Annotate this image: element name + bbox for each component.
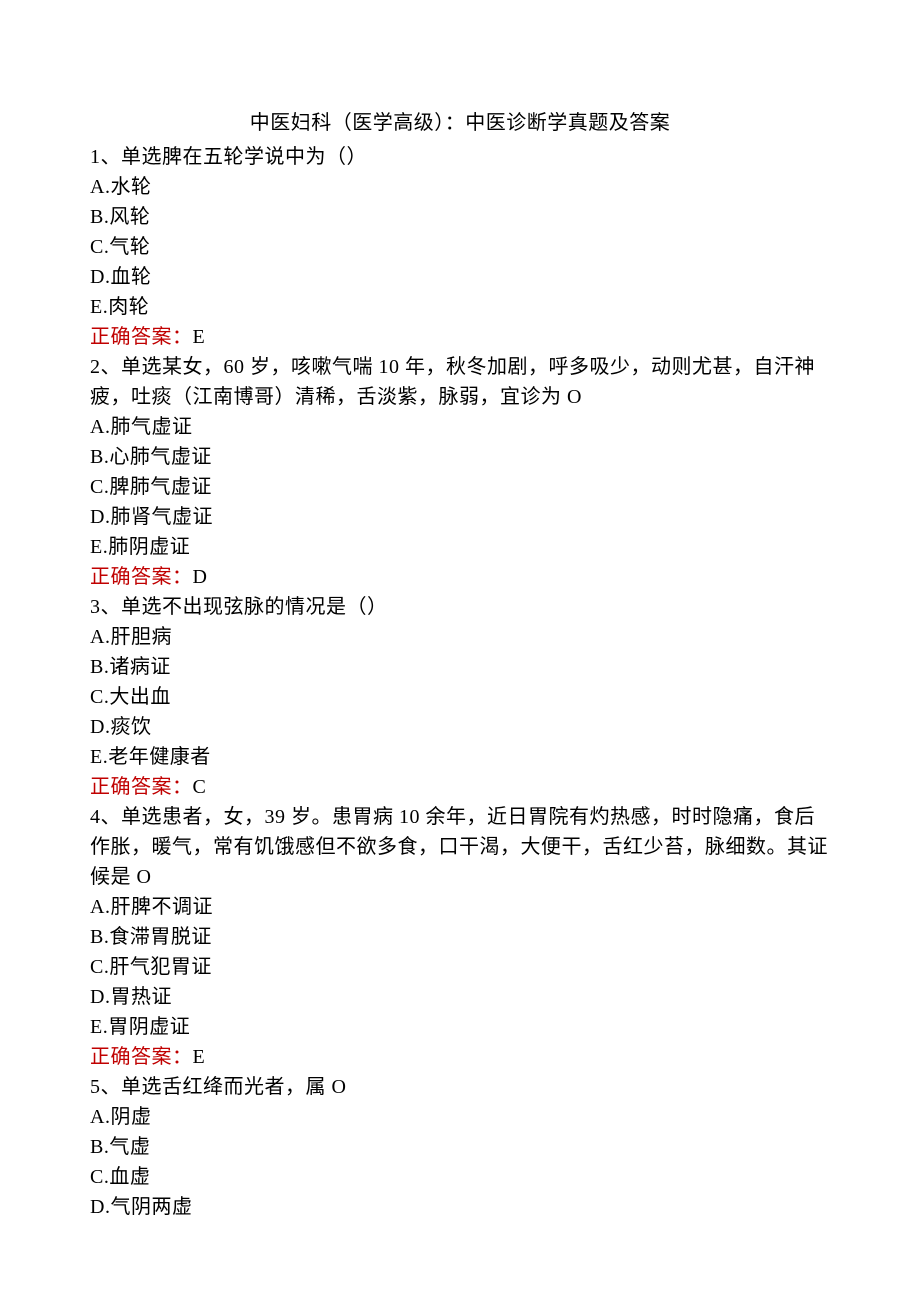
answer-value: C: [193, 776, 207, 798]
question-stem: 4、单选患者，女，39 岁。患胃病 10 余年，近日胃院有灼热感，时时隐痛，食后…: [90, 802, 830, 892]
option-line: B.气虚: [90, 1132, 830, 1162]
question-stem: 5、单选舌红绛而光者，属 O: [90, 1072, 830, 1102]
option-line: E.肉轮: [90, 292, 830, 322]
question-stem: 1、单选脾在五轮学说中为（）: [90, 142, 830, 172]
option-line: C.血虚: [90, 1162, 830, 1192]
questions-container: 1、单选脾在五轮学说中为（）A.水轮B.风轮C.气轮D.血轮E.肉轮正确答案：E…: [90, 142, 830, 1222]
option-line: B.食滞胃脱证: [90, 922, 830, 952]
question-block: 2、单选某女，60 岁，咳嗽气喘 10 年，秋冬加剧，呼多吸少，动则尤甚，自汗神…: [90, 352, 830, 592]
option-line: C.脾肺气虚证: [90, 472, 830, 502]
option-line: D.血轮: [90, 262, 830, 292]
option-line: C.气轮: [90, 232, 830, 262]
option-line: B.心肺气虚证: [90, 442, 830, 472]
answer-label: 正确答案：: [90, 776, 193, 798]
question-stem: 3、单选不出现弦脉的情况是（）: [90, 592, 830, 622]
answer-line: 正确答案：E: [90, 1042, 830, 1072]
option-line: B.风轮: [90, 202, 830, 232]
answer-value: E: [193, 326, 206, 348]
option-line: A.阴虚: [90, 1102, 830, 1132]
option-line: D.气阴两虚: [90, 1192, 830, 1222]
option-line: C.大出血: [90, 682, 830, 712]
answer-value: E: [193, 1046, 206, 1068]
document-page: 中医妇科（医学高级）：中医诊断学真题及答案 1、单选脾在五轮学说中为（）A.水轮…: [0, 0, 920, 1282]
answer-line: 正确答案：C: [90, 772, 830, 802]
answer-value: D: [193, 566, 208, 588]
question-block: 5、单选舌红绛而光者，属 OA.阴虚B.气虚C.血虚D.气阴两虚: [90, 1072, 830, 1222]
question-stem: 2、单选某女，60 岁，咳嗽气喘 10 年，秋冬加剧，呼多吸少，动则尤甚，自汗神…: [90, 352, 830, 412]
option-line: D.痰饮: [90, 712, 830, 742]
option-line: D.肺肾气虚证: [90, 502, 830, 532]
option-line: C.肝气犯胃证: [90, 952, 830, 982]
answer-line: 正确答案：D: [90, 562, 830, 592]
option-line: B.诸病证: [90, 652, 830, 682]
option-line: E.胃阴虚证: [90, 1012, 830, 1042]
option-line: A.肝胆病: [90, 622, 830, 652]
answer-label: 正确答案：: [90, 566, 193, 588]
option-line: D.胃热证: [90, 982, 830, 1012]
option-line: A.肝脾不调证: [90, 892, 830, 922]
option-line: A.水轮: [90, 172, 830, 202]
option-line: A.肺气虚证: [90, 412, 830, 442]
answer-line: 正确答案：E: [90, 322, 830, 352]
question-block: 1、单选脾在五轮学说中为（）A.水轮B.风轮C.气轮D.血轮E.肉轮正确答案：E: [90, 142, 830, 352]
answer-label: 正确答案：: [90, 326, 193, 348]
document-title: 中医妇科（医学高级）：中医诊断学真题及答案: [90, 108, 830, 138]
option-line: E.老年健康者: [90, 742, 830, 772]
question-block: 3、单选不出现弦脉的情况是（）A.肝胆病B.诸病证C.大出血D.痰饮E.老年健康…: [90, 592, 830, 802]
question-block: 4、单选患者，女，39 岁。患胃病 10 余年，近日胃院有灼热感，时时隐痛，食后…: [90, 802, 830, 1072]
option-line: E.肺阴虚证: [90, 532, 830, 562]
answer-label: 正确答案：: [90, 1046, 193, 1068]
